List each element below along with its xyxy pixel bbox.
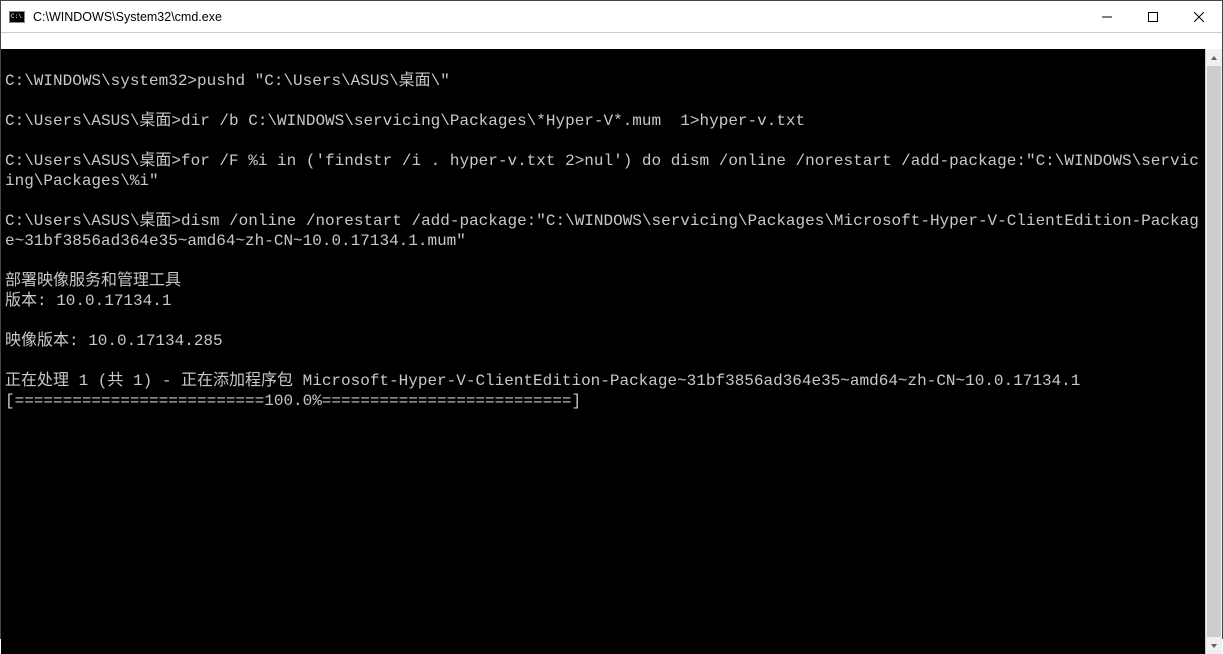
scroll-track[interactable] xyxy=(1206,66,1222,637)
window-title: C:\WINDOWS\System32\cmd.exe xyxy=(33,10,1084,24)
window-controls xyxy=(1084,1,1222,32)
maximize-button[interactable] xyxy=(1130,1,1176,32)
svg-text:C:\: C:\ xyxy=(11,13,22,20)
cmd-icon: C:\ xyxy=(9,9,25,25)
minimize-button[interactable] xyxy=(1084,1,1130,32)
window-titlebar: C:\ C:\WINDOWS\System32\cmd.exe xyxy=(1,1,1222,33)
scroll-down-arrow[interactable] xyxy=(1206,637,1222,654)
vertical-scrollbar[interactable] xyxy=(1205,49,1222,654)
terminal-output[interactable]: C:\WINDOWS\system32>pushd "C:\Users\ASUS… xyxy=(1,49,1204,654)
scroll-up-arrow[interactable] xyxy=(1206,49,1222,66)
scroll-thumb[interactable] xyxy=(1207,66,1221,637)
close-button[interactable] xyxy=(1176,1,1222,32)
terminal-area: C:\WINDOWS\system32>pushd "C:\Users\ASUS… xyxy=(1,49,1222,654)
